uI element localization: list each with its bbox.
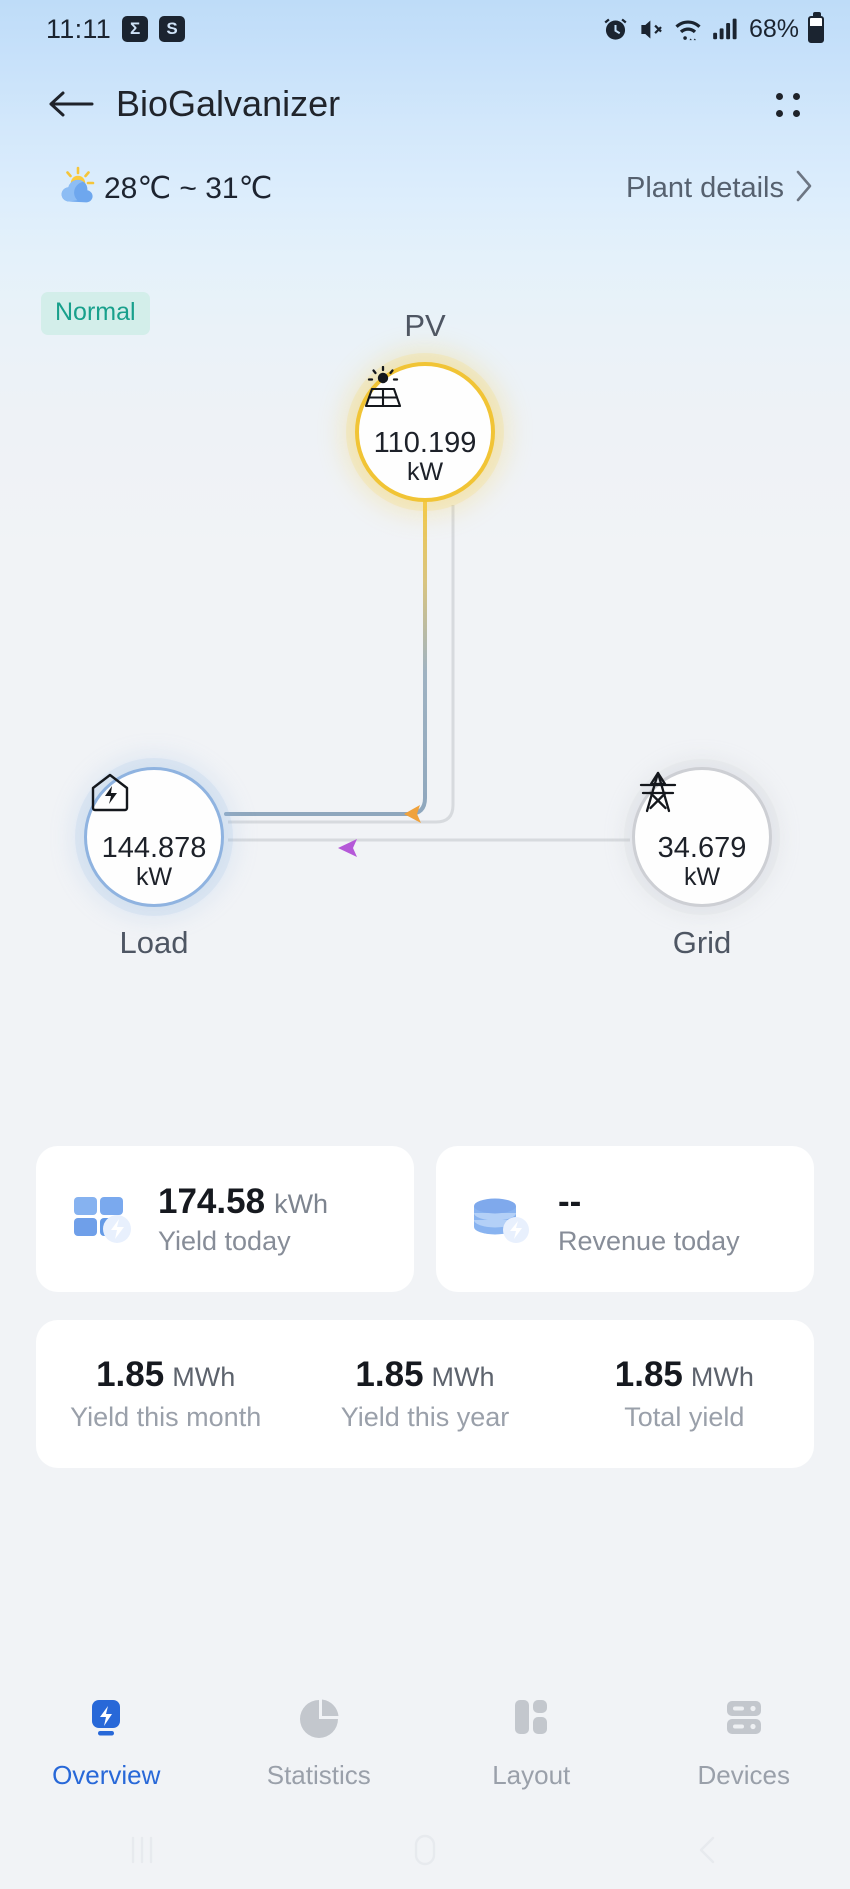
tab-devices-label: Devices	[697, 1760, 790, 1790]
recents-icon[interactable]	[0, 1828, 283, 1872]
total-yield-unit: MWh	[690, 1362, 754, 1392]
node-label-load: Load	[119, 925, 189, 960]
pie-chart-icon	[294, 1692, 344, 1746]
android-navigation-bar	[0, 1810, 850, 1889]
temperature-range: 28℃ ~ 31℃	[104, 171, 273, 205]
plant-details-label: Plant details	[626, 171, 784, 204]
sigma-app-icon: Σ	[122, 16, 149, 42]
page-title: BioGalvanizer	[116, 83, 341, 124]
yield-year-column: 1.85 MWh Yield this year	[295, 1355, 554, 1433]
energy-flow-diagram: PV 110.199 kW Load 144.878 kW Grid 34.67…	[0, 300, 850, 1110]
tab-overview[interactable]: Overview	[0, 1692, 213, 1791]
flow-node-grid[interactable]: 34.679 kW	[632, 767, 772, 907]
yield-today-value: 174.58	[158, 1181, 266, 1221]
tab-devices[interactable]: Devices	[638, 1692, 850, 1791]
yield-today-value-line: 174.58 kWh	[158, 1182, 328, 1222]
summary-cards-row: 174.58 kWh Yield today -- Revenue today	[36, 1146, 814, 1292]
node-label-pv: PV	[404, 308, 446, 343]
coins-stack-icon	[468, 1187, 534, 1252]
total-yield-column: 1.85 MWh Total yield	[555, 1355, 814, 1433]
total-yield-value: 1.85	[614, 1355, 683, 1394]
yield-year-label: Yield this year	[340, 1402, 510, 1432]
yield-month-label: Yield this month	[70, 1402, 262, 1432]
signal-icon	[711, 16, 737, 43]
node-value-load: 144.878	[101, 831, 207, 864]
battery-icon	[808, 11, 824, 43]
mute-icon	[638, 16, 665, 43]
yield-today-card[interactable]: 174.58 kWh Yield today	[36, 1146, 414, 1292]
partly-cloudy-icon	[56, 165, 102, 212]
total-yield-value-line: 1.85 MWh	[615, 1355, 754, 1395]
node-label-grid: Grid	[672, 925, 732, 960]
flow-node-pv[interactable]: 110.199 kW	[355, 362, 495, 502]
revenue-today-value-line: --	[558, 1182, 740, 1222]
app-bar: BioGalvanizer	[0, 58, 850, 150]
yield-month-unit: MWh	[172, 1362, 236, 1392]
yield-year-unit: MWh	[431, 1362, 495, 1392]
node-value-grid: 34.679	[657, 831, 747, 864]
overview-bolt-icon	[81, 1692, 131, 1746]
wifi-icon	[674, 16, 702, 43]
system-status-bar: 11:11 Σ S 68%	[0, 0, 850, 58]
plant-details-link[interactable]: Plant details	[626, 169, 814, 208]
solar-panel-blue-icon	[68, 1187, 134, 1252]
revenue-today-value: --	[558, 1181, 582, 1221]
grid-menu-icon[interactable]	[764, 81, 810, 127]
back-arrow-icon[interactable]	[46, 79, 96, 129]
tab-layout-label: Layout	[492, 1760, 571, 1790]
bottom-tab-bar: Overview Statistics Layout Devices	[0, 1680, 850, 1810]
yield-today-unit: kWh	[274, 1188, 329, 1219]
flow-node-load[interactable]: 144.878 kW	[84, 767, 224, 907]
chevron-right-icon	[794, 169, 814, 208]
status-bar-right: 68%	[602, 11, 824, 44]
status-bar-clock: 11:11	[46, 13, 112, 44]
tab-statistics-label: Statistics	[266, 1760, 371, 1790]
battery-percent-label: 68%	[748, 14, 799, 43]
server-rack-icon	[719, 1692, 769, 1746]
app-screen: 11:11 Σ S 68% BioGalvanizer 28℃ ~ 31℃ Pl…	[0, 0, 850, 1889]
yield-year-value: 1.85	[355, 1355, 424, 1394]
node-unit-grid: kW	[683, 862, 721, 891]
status-bar-left: 11:11 Σ S	[46, 13, 186, 45]
yield-month-column: 1.85 MWh Yield this month	[36, 1355, 295, 1433]
yield-summary-card: 1.85 MWh Yield this month 1.85 MWh Yield…	[36, 1320, 814, 1468]
tab-overview-label: Overview	[52, 1760, 161, 1790]
tab-layout[interactable]: Layout	[425, 1692, 638, 1791]
yield-year-value-line: 1.85 MWh	[355, 1355, 494, 1395]
yield-today-texts: 174.58 kWh Yield today	[158, 1182, 328, 1257]
shopee-app-icon: S	[159, 16, 186, 42]
alarm-icon	[602, 16, 629, 43]
revenue-today-label: Revenue today	[558, 1225, 740, 1256]
revenue-today-card[interactable]: -- Revenue today	[436, 1146, 814, 1292]
total-yield-label: Total yield	[624, 1402, 745, 1432]
yield-today-label: Yield today	[158, 1225, 291, 1256]
tab-statistics[interactable]: Statistics	[213, 1692, 426, 1791]
weather-info: 28℃ ~ 31℃	[56, 165, 272, 212]
weather-row: 28℃ ~ 31℃ Plant details	[0, 150, 850, 226]
node-value-pv: 110.199	[373, 426, 477, 459]
node-unit-load: kW	[135, 862, 173, 891]
back-chevron-icon[interactable]	[567, 1828, 850, 1872]
node-unit-pv: kW	[406, 457, 444, 486]
layout-blocks-icon	[506, 1692, 556, 1746]
revenue-today-texts: -- Revenue today	[558, 1182, 740, 1257]
home-icon[interactable]	[283, 1828, 566, 1872]
yield-month-value-line: 1.85 MWh	[96, 1355, 235, 1395]
yield-month-value: 1.85	[96, 1355, 165, 1394]
